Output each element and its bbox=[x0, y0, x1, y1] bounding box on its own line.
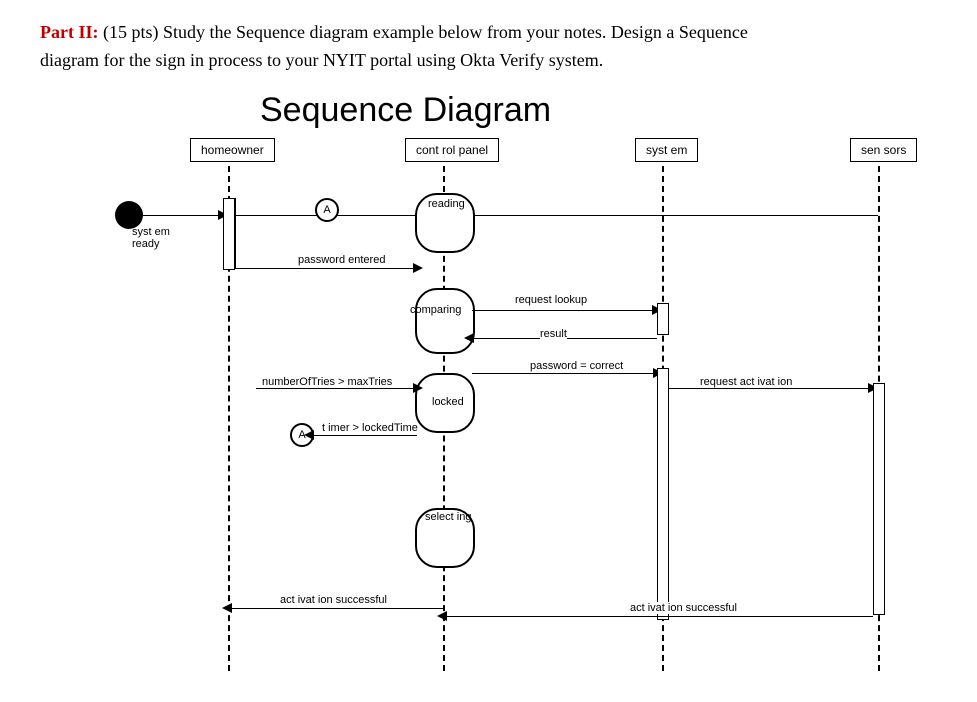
diagram-title: Sequence Diagram bbox=[260, 91, 937, 130]
arrowhead-icon bbox=[304, 430, 314, 440]
msg-password-entered: password entered bbox=[298, 254, 385, 266]
state-reading-label: reading bbox=[428, 198, 465, 210]
question-text: Part II: (15 pts) Study the Sequence dia… bbox=[40, 20, 937, 73]
msg-pw-correct-line bbox=[472, 373, 656, 374]
arrowhead-icon bbox=[437, 611, 447, 621]
state-selecting-label: select ing bbox=[425, 511, 471, 523]
start-dot-icon bbox=[115, 201, 143, 229]
participant-homeowner: homeowner bbox=[190, 138, 275, 162]
participant-system: syst em bbox=[635, 138, 698, 162]
q-line2: diagram for the sign in process to your … bbox=[40, 48, 937, 72]
msg-timer-locked: t imer > lockedTime bbox=[322, 422, 418, 434]
state-comparing bbox=[415, 288, 475, 354]
msg-activation-successful-1: act ivat ion successful bbox=[280, 594, 387, 606]
arrowhead-icon bbox=[464, 333, 474, 343]
arrowhead-icon bbox=[413, 263, 423, 273]
msg-act-success2-line bbox=[445, 616, 873, 617]
activation-sensors bbox=[873, 383, 885, 615]
msg-password-correct: password = correct bbox=[530, 360, 623, 372]
arrowhead-icon bbox=[413, 383, 423, 393]
msg-activation-successful-2: act ivat ion successful bbox=[630, 602, 737, 614]
msg-request-activation-line bbox=[669, 388, 871, 389]
participant-control-panel: cont rol panel bbox=[405, 138, 499, 162]
activation-system-main bbox=[657, 368, 669, 620]
part-label: Part II: bbox=[40, 22, 98, 42]
connector-a-ref-top: A bbox=[315, 198, 339, 222]
start-label: syst em ready bbox=[132, 226, 170, 250]
activation-system-lookup bbox=[657, 303, 669, 335]
state-locked-label: locked bbox=[432, 396, 464, 408]
bracket-line bbox=[235, 198, 236, 268]
msg-request-lookup-line bbox=[472, 310, 655, 311]
msg-timer-line bbox=[312, 435, 417, 436]
participant-sensors: sen sors bbox=[850, 138, 917, 162]
pts-label: (15 pts) bbox=[103, 22, 159, 42]
msg-act-success1-line bbox=[230, 608, 443, 609]
sequence-diagram: homeowner cont rol panel syst em sen sor… bbox=[40, 138, 940, 678]
activation-homeowner bbox=[223, 198, 235, 270]
found-msg-line bbox=[143, 215, 878, 216]
msg-request-lookup: request lookup bbox=[515, 294, 587, 306]
msg-request-activation: request act ivat ion bbox=[700, 376, 792, 388]
msg-result: result bbox=[540, 328, 567, 340]
q-line1: Study the Sequence diagram example below… bbox=[163, 22, 748, 42]
msg-num-tries: numberOfTries > maxTries bbox=[262, 376, 392, 388]
msg-numtries-line bbox=[256, 388, 416, 389]
msg-password-entered-line bbox=[235, 268, 415, 269]
state-comparing-label: comparing bbox=[410, 304, 461, 316]
arrowhead-icon bbox=[222, 603, 232, 613]
